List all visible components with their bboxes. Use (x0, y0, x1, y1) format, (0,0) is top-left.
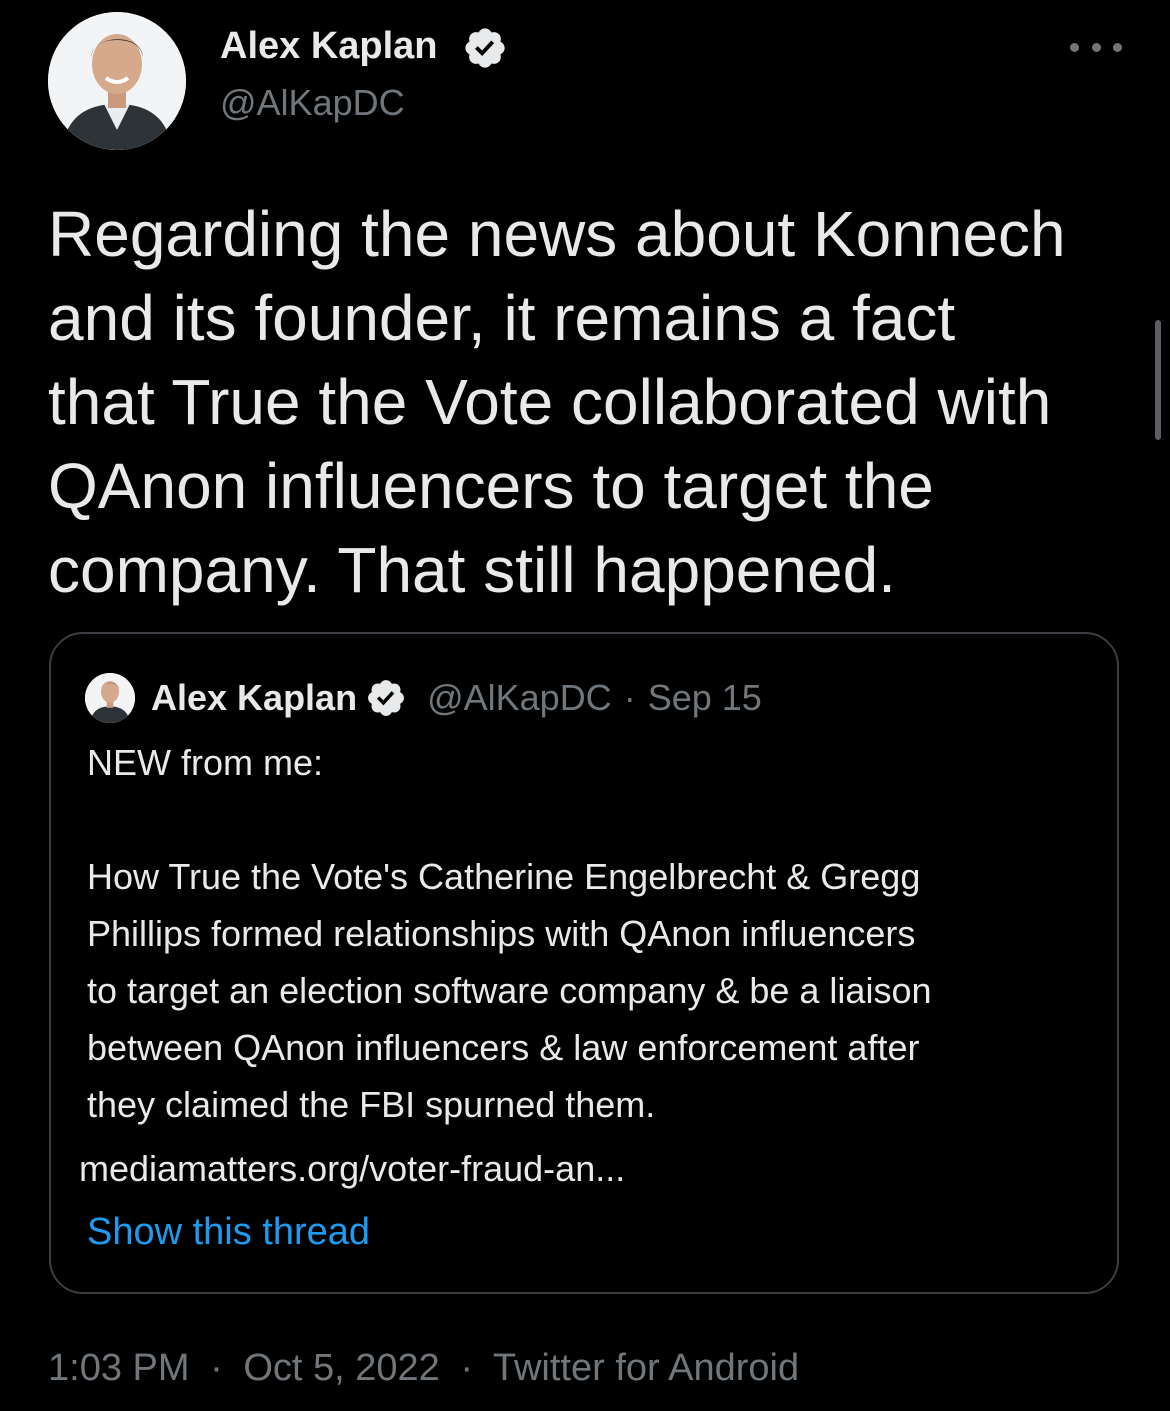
tweet-text-line: QAnon influencers to target the (48, 450, 934, 522)
quoted-body-line: How True the Vote's Catherine Engelbrech… (87, 856, 921, 897)
quoted-body-line: Phillips formed relationships with QAnon… (87, 913, 916, 954)
more-options-icon[interactable] (1070, 34, 1122, 60)
verified-badge-icon (368, 680, 405, 716)
verified-badge-icon (465, 28, 505, 68)
author-avatar[interactable] (48, 12, 186, 150)
quoted-author-avatar (85, 673, 135, 723)
quoted-body-line: to target an election software company &… (87, 970, 932, 1011)
author-handle[interactable]: @AlKapDC (220, 80, 405, 126)
tweet-text: Regarding the news about Konnech and its… (48, 192, 1138, 612)
author-name[interactable]: Alex Kaplan (220, 22, 438, 70)
tweet-time[interactable]: 1:03 PM (48, 1347, 190, 1389)
tweet-text-line: that True the Vote collaborated with (48, 366, 1052, 438)
quoted-tweet-date: Sep 15 (647, 677, 762, 718)
more-dot-icon (1091, 42, 1101, 52)
avatar-image (48, 12, 186, 150)
tweet-date[interactable]: Oct 5, 2022 (243, 1347, 439, 1389)
scrollbar-thumb[interactable] (1155, 320, 1161, 440)
tweet-text-line: company. That still happened. (48, 534, 896, 606)
quoted-body-line: between QAnon influencers & law enforcem… (87, 1027, 920, 1068)
quoted-author-handle: @AlKapDC (427, 677, 612, 718)
tweet-metadata: 1:03 PM · Oct 5, 2022 · Twitter for Andr… (48, 1340, 799, 1396)
quoted-tweet-card[interactable]: Alex Kaplan @AlKapDC · Sep 15 NEW from m… (49, 632, 1119, 1294)
tweet-text-line: and its founder, it remains a fact (48, 282, 956, 354)
quoted-tweet-link: mediamatters.org/voter-fraud-an... (79, 1148, 626, 1189)
quoted-tweet-body: NEW from me: How True the Vote's Catheri… (87, 734, 1097, 1133)
tweet-text-line: Regarding the news about Konnech (48, 198, 1066, 270)
tweet-source: Twitter for Android (492, 1347, 800, 1389)
separator-dot: · (623, 677, 636, 718)
more-dot-icon (1070, 42, 1079, 52)
avatar-image (85, 673, 135, 723)
quoted-tweet-header: Alex Kaplan @AlKapDC · Sep 15 (85, 672, 762, 724)
more-dot-icon (1113, 42, 1122, 52)
quoted-body-line: NEW from me: (87, 742, 324, 783)
separator-dot: · (210, 1347, 223, 1389)
show-thread-link[interactable]: Show this thread (87, 1204, 370, 1261)
quoted-body-line: they claimed the FBI spurned them. (87, 1084, 656, 1125)
separator-dot: · (460, 1347, 473, 1389)
quoted-author-name: Alex Kaplan (151, 677, 358, 718)
quoted-body-line (87, 791, 1097, 848)
